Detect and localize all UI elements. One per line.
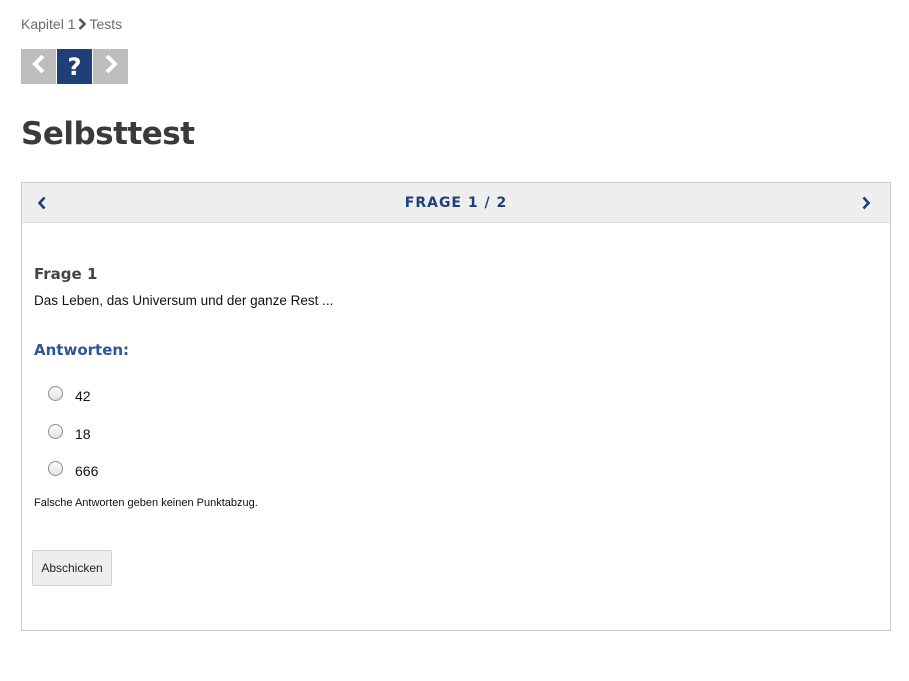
- prev-page-button[interactable]: [21, 49, 56, 84]
- answer-label: 42: [75, 388, 91, 404]
- prev-question-button[interactable]: [32, 193, 52, 213]
- chevron-left-icon: [37, 196, 46, 210]
- page-nav-group: ?: [21, 49, 129, 84]
- chevron-left-icon: [31, 54, 47, 79]
- quiz-panel: FRAGE 1 / 2 Frage 1 Das Leben, das Unive…: [21, 182, 891, 631]
- chevron-right-icon: [75, 18, 89, 30]
- radio-button[interactable]: [48, 385, 63, 401]
- next-question-button[interactable]: [856, 193, 876, 213]
- next-page-button[interactable]: [93, 49, 128, 84]
- answer-label: 18: [75, 426, 91, 442]
- breadcrumb-item-tests[interactable]: Tests: [89, 16, 122, 32]
- answers-label: Antworten:: [34, 341, 130, 359]
- quiz-header: FRAGE 1 / 2: [22, 183, 890, 223]
- question-label: Frage 1: [34, 265, 98, 283]
- chevron-right-icon: [862, 196, 871, 210]
- submit-button[interactable]: Abschicken: [32, 550, 112, 586]
- help-button[interactable]: ?: [57, 49, 92, 84]
- question-mark-icon: ?: [67, 52, 82, 81]
- chevron-right-icon: [103, 54, 119, 79]
- page-title: Selbsttest: [21, 116, 195, 152]
- answer-option[interactable]: 18: [48, 423, 91, 442]
- answer-option[interactable]: 42: [48, 385, 91, 404]
- radio-button[interactable]: [48, 460, 63, 476]
- question-text: Das Leben, das Universum und der ganze R…: [34, 293, 334, 308]
- question-counter: FRAGE 1 / 2: [404, 194, 508, 211]
- page: Kapitel 1 Tests ? Selbsttest FRAGE 1 / 2…: [0, 0, 909, 681]
- answer-label: 666: [75, 463, 99, 479]
- breadcrumb: Kapitel 1 Tests: [21, 15, 122, 33]
- scoring-hint: Falsche Antworten geben keinen Punktabzu…: [34, 497, 258, 509]
- radio-button[interactable]: [48, 423, 63, 439]
- breadcrumb-item-chapter[interactable]: Kapitel 1: [21, 16, 75, 32]
- answer-option[interactable]: 666: [48, 460, 99, 479]
